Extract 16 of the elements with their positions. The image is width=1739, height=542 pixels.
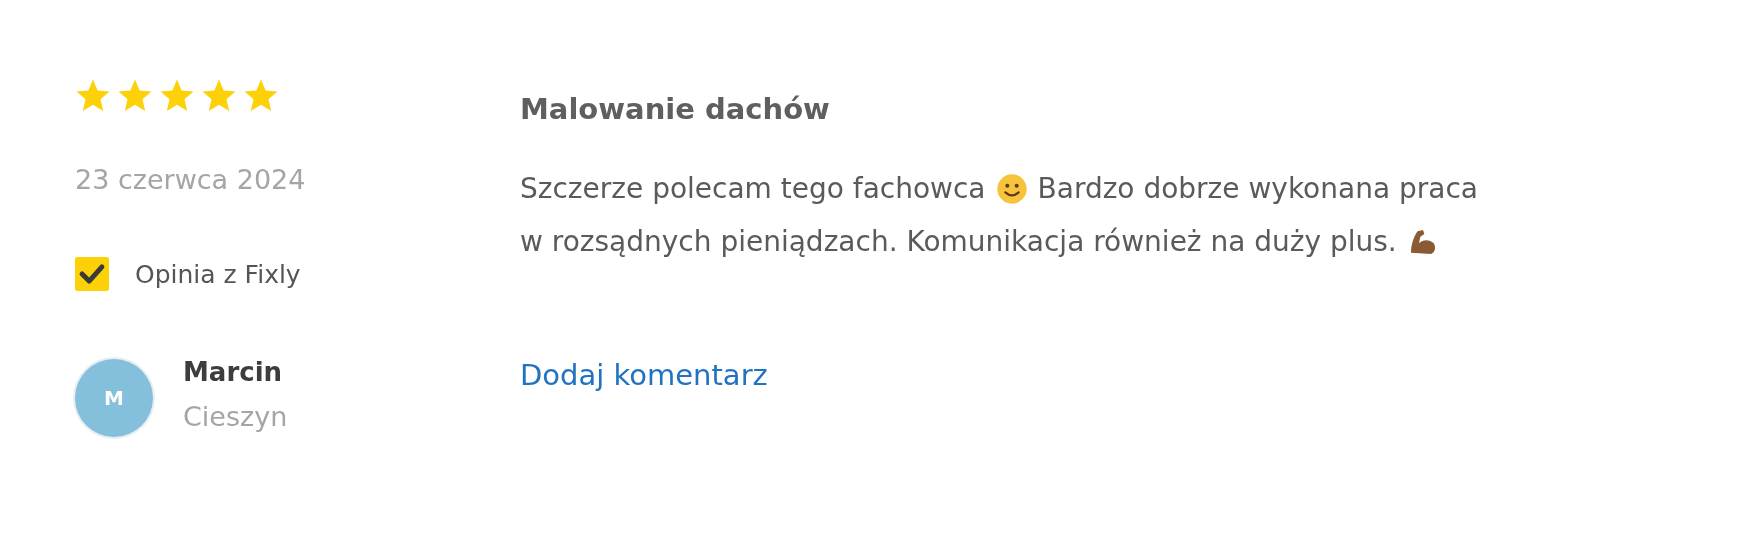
star-icon [117,78,153,114]
smiley-icon [995,172,1028,205]
avatar: M [75,359,153,437]
review-text: Szczerze polecam tego fachowca [520,172,986,205]
review-text: Bardzo dobrze wykonana praca [1037,172,1478,205]
review-title: Malowanie dachów [520,92,830,126]
add-comment-link[interactable]: Dodaj komentarz [520,358,768,392]
author-city: Cieszyn [183,401,288,432]
star-icon [243,78,279,114]
verified-label: Opinia z Fixly [135,259,301,289]
star-icon [75,78,111,114]
star-icon [159,78,195,114]
review-text: w rozsądnych pieniądzach. Komunikacja również na duży plus. [520,225,1397,258]
review-date: 23 czerwca 2024 [75,164,306,195]
author-name: Marcin [183,357,284,387]
star-icon [201,78,237,114]
